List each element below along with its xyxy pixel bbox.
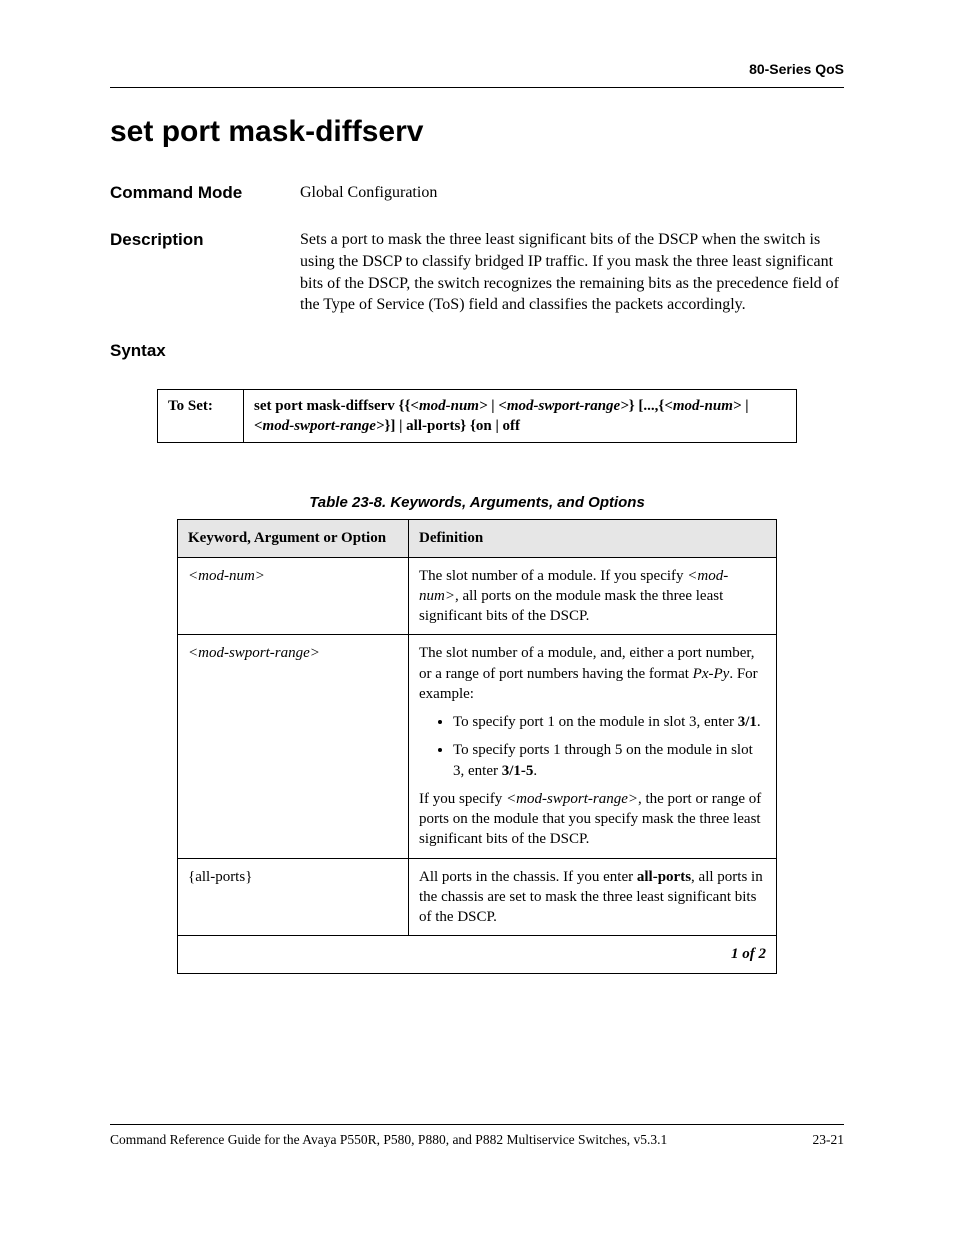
row1-def: The slot number of a module. If you spec… bbox=[409, 557, 777, 635]
row3-kw: {all-ports} bbox=[178, 858, 409, 936]
to-set-label: To Set: bbox=[158, 389, 244, 443]
row2-li2b: 3/1-5 bbox=[502, 763, 534, 779]
row1-kw: <mod-num> bbox=[188, 568, 265, 584]
row2-li1: To specify port 1 on the module in slot … bbox=[453, 712, 766, 732]
command-mode-value: Global Configuration bbox=[300, 182, 844, 204]
syn-mid: } [...,{ bbox=[629, 398, 665, 414]
running-header: 80-Series QoS bbox=[110, 60, 844, 79]
table-pager-row: 1 of 2 bbox=[178, 936, 777, 973]
table-row: <mod-num> The slot number of a module. I… bbox=[178, 557, 777, 635]
syn-arg3: <mod-num> bbox=[664, 398, 741, 414]
syn-sep2: | bbox=[741, 398, 748, 414]
description-row: Description Sets a port to mask the thre… bbox=[110, 229, 844, 315]
syn-arg4: <mod-swport-range> bbox=[254, 418, 384, 434]
description-text: Sets a port to mask the three least sign… bbox=[300, 229, 844, 315]
syn-arg1: <mod-num> bbox=[410, 398, 487, 414]
row2-kw: <mod-swport-range> bbox=[188, 645, 320, 661]
row2-li2a: To specify ports 1 through 5 on the modu… bbox=[453, 742, 753, 778]
description-label: Description bbox=[110, 229, 300, 252]
page-footer: Command Reference Guide for the Avaya P5… bbox=[110, 1124, 844, 1149]
args-head-def: Definition bbox=[409, 520, 777, 557]
row2-li1b: 3/1 bbox=[738, 714, 757, 730]
syntax-table: To Set: set port mask-diffserv {{<mod-nu… bbox=[157, 389, 797, 444]
row2-li2c: . bbox=[533, 763, 537, 779]
row1-p1c: , all ports on the module mask the three… bbox=[419, 588, 723, 624]
row2-li1a: To specify port 1 on the module in slot … bbox=[453, 714, 738, 730]
row1-p1a: The slot number of a module. If you spec… bbox=[419, 568, 687, 584]
syntax-command: set port mask-diffserv {{<mod-num> | <mo… bbox=[244, 389, 797, 443]
header-rule bbox=[110, 87, 844, 88]
row2-li1c: . bbox=[757, 714, 761, 730]
page-title: set port mask-diffserv bbox=[110, 112, 844, 153]
syn-prefix: set port mask-diffserv {{ bbox=[254, 398, 410, 414]
row2-def: The slot number of a module, and, either… bbox=[409, 635, 777, 858]
args-table-caption: Table 23-8. Keywords, Arguments, and Opt… bbox=[110, 493, 844, 513]
args-table: Keyword, Argument or Option Definition <… bbox=[177, 519, 777, 973]
row2-p2b: <mod-swport-range> bbox=[506, 791, 638, 807]
command-mode-label: Command Mode bbox=[110, 182, 300, 205]
table-row: {all-ports} All ports in the chassis. If… bbox=[178, 858, 777, 936]
row3-def: All ports in the chassis. If you enter a… bbox=[409, 858, 777, 936]
table-pager: 1 of 2 bbox=[178, 936, 777, 973]
args-head-keyword: Keyword, Argument or Option bbox=[178, 520, 409, 557]
row2-p1b: Px-Py bbox=[693, 666, 730, 682]
syn-arg2: <mod-swport-range> bbox=[498, 398, 628, 414]
syntax-label: Syntax bbox=[110, 340, 844, 363]
row3-p1a: All ports in the chassis. If you enter bbox=[419, 869, 637, 885]
table-row: <mod-swport-range> The slot number of a … bbox=[178, 635, 777, 858]
row3-p1b: all-ports bbox=[637, 869, 691, 885]
row2-li2: To specify ports 1 through 5 on the modu… bbox=[453, 740, 766, 781]
footer-right: 23-21 bbox=[813, 1131, 845, 1149]
syn-suffix: }] | all-ports} {on | off bbox=[384, 418, 520, 434]
command-mode-row: Command Mode Global Configuration bbox=[110, 182, 844, 205]
syn-sep1: | bbox=[488, 398, 499, 414]
footer-left: Command Reference Guide for the Avaya P5… bbox=[110, 1131, 667, 1149]
row2-p2a: If you specify bbox=[419, 791, 506, 807]
